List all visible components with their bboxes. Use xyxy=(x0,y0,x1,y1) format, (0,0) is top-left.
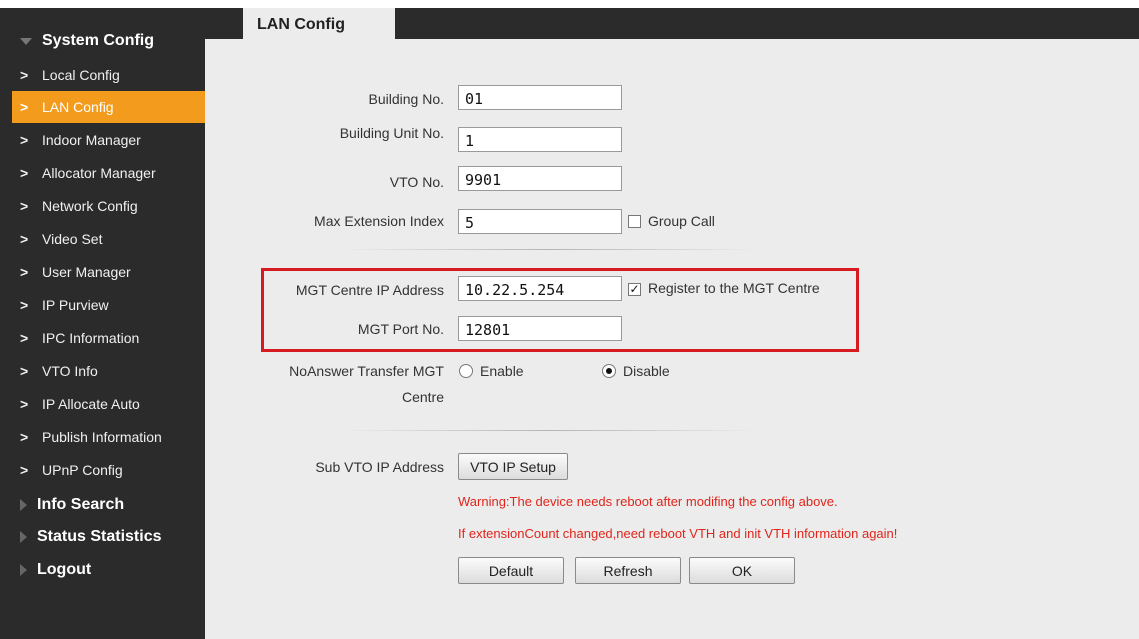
sidebar-item-label: Network Config xyxy=(42,198,138,214)
noanswer-disable-radio[interactable] xyxy=(602,364,616,378)
collapse-arrow-icon xyxy=(20,37,32,45)
sidebar-item-label: IPC Information xyxy=(42,330,140,346)
sub-vto-label: Sub VTO IP Address xyxy=(315,459,444,475)
nav-section-logout[interactable]: Logout xyxy=(0,555,205,585)
sidebar-item-local-config[interactable]: > Local Config xyxy=(0,59,205,91)
nav-section-label: Info Search xyxy=(37,496,125,513)
sidebar-item-label: Indoor Manager xyxy=(42,132,141,148)
mgt-ip-input[interactable]: 10.22.5.254 xyxy=(458,276,622,301)
sidebar-item-label: IP Purview xyxy=(42,297,109,313)
expand-arrow-icon xyxy=(20,531,27,543)
default-button[interactable]: Default xyxy=(458,557,564,584)
sidebar-item-label: UPnP Config xyxy=(42,462,123,478)
nav-section-label: System Config xyxy=(42,32,155,49)
building-no-input[interactable]: 01 xyxy=(458,85,622,110)
expand-arrow-icon xyxy=(20,499,27,511)
chevron-right-icon: > xyxy=(20,231,29,247)
ok-button[interactable]: OK xyxy=(689,557,795,584)
group-call-checkbox[interactable] xyxy=(628,215,641,228)
noanswer-enable-radio[interactable] xyxy=(459,364,473,378)
divider xyxy=(340,430,760,431)
register-mgt-checkbox[interactable]: ✓ xyxy=(628,283,641,296)
chevron-right-icon: > xyxy=(20,67,29,83)
mgt-port-input[interactable]: 12801 xyxy=(458,316,622,341)
nav-section-info-search[interactable]: Info Search xyxy=(0,490,205,520)
sidebar-item-label: IP Allocate Auto xyxy=(42,396,140,412)
chevron-right-icon: > xyxy=(20,198,29,214)
sidebar-item-label: LAN Config xyxy=(42,99,114,115)
noanswer-enable-label: Enable xyxy=(480,363,524,379)
refresh-button[interactable]: Refresh xyxy=(575,557,681,584)
building-unit-no-label: Building Unit No. xyxy=(339,125,444,141)
building-no-label: Building No. xyxy=(368,91,445,107)
nav-section-label: Logout xyxy=(37,561,92,578)
group-call-label: Group Call xyxy=(648,213,715,229)
noanswer-label-line2: Centre xyxy=(401,389,444,405)
noanswer-label-line1: NoAnswer Transfer MGT xyxy=(289,363,444,379)
chevron-right-icon: > xyxy=(20,165,29,181)
mgt-ip-label: MGT Centre IP Address xyxy=(295,282,444,298)
sidebar-item-label: Video Set xyxy=(42,231,103,247)
chevron-right-icon: > xyxy=(20,99,29,115)
nav-section-status-statistics[interactable]: Status Statistics xyxy=(0,522,205,552)
chevron-right-icon: > xyxy=(20,264,29,280)
vto-no-input[interactable]: 9901 xyxy=(458,166,622,191)
sidebar-item-label: User Manager xyxy=(42,264,131,280)
chevron-right-icon: > xyxy=(20,330,29,346)
tab-label: LAN Config xyxy=(257,15,345,33)
sidebar-item-publish-information[interactable]: > Publish Information xyxy=(0,421,205,453)
nav-section-label: Status Statistics xyxy=(37,528,162,545)
chevron-right-icon: > xyxy=(20,429,29,445)
sidebar-item-label: Publish Information xyxy=(42,429,162,445)
mgt-port-label: MGT Port No. xyxy=(357,321,444,337)
divider xyxy=(340,249,760,250)
warning-extension-text: If extensionCount changed,need reboot VT… xyxy=(458,526,898,541)
chevron-right-icon: > xyxy=(20,363,29,379)
sidebar-item-label: Local Config xyxy=(42,67,120,83)
max-extension-index-input[interactable]: 5 xyxy=(458,209,622,234)
chevron-right-icon: > xyxy=(20,462,29,478)
noanswer-disable-label: Disable xyxy=(623,363,670,379)
register-mgt-label: Register to the MGT Centre xyxy=(648,280,820,296)
building-unit-no-input[interactable]: 1 xyxy=(458,127,622,152)
warning-reboot-text: Warning:The device needs reboot after mo… xyxy=(458,494,838,509)
vto-ip-setup-button[interactable]: VTO IP Setup xyxy=(458,453,568,480)
nav-section-system-config[interactable]: System Config xyxy=(0,26,205,56)
sidebar-item-label: Allocator Manager xyxy=(42,165,156,181)
expand-arrow-icon xyxy=(20,564,27,576)
max-extension-index-label: Max Extension Index xyxy=(314,213,444,229)
chevron-right-icon: > xyxy=(20,396,29,412)
tab-lan-config[interactable]: LAN Config xyxy=(243,8,395,41)
chevron-right-icon: > xyxy=(20,297,29,313)
vto-no-label: VTO No. xyxy=(389,174,444,190)
sidebar-item-label: VTO Info xyxy=(42,363,98,379)
chevron-right-icon: > xyxy=(20,132,29,148)
